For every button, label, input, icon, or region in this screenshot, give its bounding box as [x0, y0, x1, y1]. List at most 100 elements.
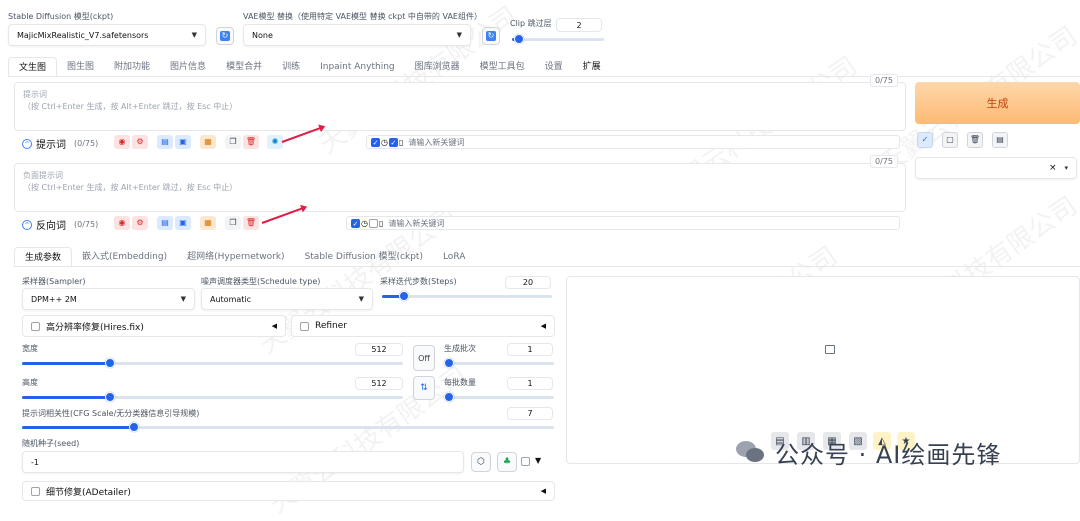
model-label: Stable Diffusion 模型(ckpt): [8, 12, 114, 21]
seed-value: -1: [31, 457, 39, 467]
tab-train[interactable]: 训练: [272, 57, 310, 77]
swap-dimensions-button[interactable]: ⇅: [413, 376, 435, 400]
refiner-checkbox[interactable]: [300, 321, 309, 331]
seed-input[interactable]: -1: [22, 451, 464, 473]
sampler-select[interactable]: DPM++ 2M ▼: [22, 288, 195, 310]
tab-inpaint-anything[interactable]: Inpaint Anything: [310, 57, 405, 77]
prompt-textarea[interactable]: 提示词 （按 Ctrl+Enter 生成，按 Alt+Enter 跳过，按 Es…: [14, 82, 906, 131]
tab-generation[interactable]: 生成参数: [14, 247, 73, 267]
neg-trash-icon[interactable]: 🗑: [243, 216, 259, 230]
style-delete-icon[interactable]: 🗑: [967, 132, 983, 148]
slider-thumb[interactable]: [444, 392, 454, 402]
collapse-icon[interactable]: ^: [22, 138, 32, 149]
prompt-trash-icon[interactable]: 🗑: [243, 135, 259, 149]
tab-extensions[interactable]: 扩展: [573, 57, 611, 77]
close-icon[interactable]: ×: [1049, 163, 1057, 173]
tab-lora[interactable]: LoRA: [433, 247, 475, 267]
slider-thumb[interactable]: [104, 358, 115, 368]
checkbox-icon[interactable]: ✓: [371, 137, 380, 147]
generate-button[interactable]: 生成: [915, 82, 1080, 124]
tab-extras[interactable]: 附加功能: [104, 57, 160, 77]
clip-skip-input[interactable]: 2: [556, 18, 602, 32]
neg-clipboard-icon[interactable]: ❐: [225, 216, 241, 230]
neg-paste-icon[interactable]: ▣: [175, 216, 191, 230]
slider-thumb[interactable]: [104, 392, 115, 402]
slider-thumb[interactable]: [128, 422, 139, 432]
neg-keyword-input[interactable]: ✓ ◷ ▯ 请输入新关键词: [346, 216, 900, 230]
adetailer-checkbox[interactable]: [31, 486, 40, 496]
clock-icon: ◷: [361, 218, 368, 228]
height-slider[interactable]: [22, 391, 403, 403]
prompt-translate-icon[interactable]: ◉: [114, 135, 130, 149]
prompt-history-icon[interactable]: ▦: [200, 135, 216, 149]
style-save-icon[interactable]: ▤: [992, 132, 1008, 148]
batch-size-input[interactable]: 1: [507, 377, 553, 390]
slider-thumb[interactable]: [399, 291, 410, 301]
clip-skip-slider[interactable]: [512, 33, 604, 45]
slider-thumb[interactable]: [514, 34, 525, 44]
prompt-paste-icon[interactable]: ▣: [175, 135, 191, 149]
model-select[interactable]: MajicMixRealistic_V7.safetensors ▼: [8, 24, 206, 46]
prompt-keyword-input[interactable]: ✓ ◷ ✓ ▯ 请输入新关键词: [366, 135, 900, 149]
width-slider[interactable]: [22, 357, 403, 369]
style-copy-icon[interactable]: ▢: [942, 132, 958, 148]
triangle-left-icon: ◀: [271, 322, 277, 330]
hires-fix-accordion[interactable]: 高分辨率修复(Hires.fix) ◀: [22, 315, 286, 337]
neg-keyword-placeholder: 请输入新关键词: [388, 218, 445, 228]
random-seed-button[interactable]: ⬡: [471, 452, 491, 472]
hires-checkbox[interactable]: [31, 321, 40, 331]
style-apply-icon[interactable]: ✓: [917, 132, 933, 148]
tab-png-info[interactable]: 图片信息: [160, 57, 216, 77]
vae-refresh-button[interactable]: ↻: [482, 27, 500, 45]
tab-embedding[interactable]: 嵌入式(Embedding): [72, 247, 177, 267]
tab-hypernetwork[interactable]: 超网络(Hypernetwork): [177, 247, 294, 267]
cfg-input[interactable]: 7: [507, 407, 553, 420]
refiner-label: Refiner: [315, 321, 347, 331]
schedule-value: Automatic: [210, 294, 252, 304]
batch-size-label: 每批数量: [444, 378, 476, 387]
adetailer-accordion[interactable]: 细节修复(ADetailer) ◀: [22, 481, 555, 501]
tab-gallery[interactable]: 图库浏览器: [405, 57, 470, 77]
tabs-divider: [8, 76, 1080, 77]
neg-history-icon[interactable]: ▦: [200, 216, 216, 230]
height-input[interactable]: 512: [355, 377, 403, 390]
collapse-icon[interactable]: ^: [22, 219, 32, 230]
prompt-gear-icon[interactable]: ✺: [267, 135, 283, 149]
checkbox-icon[interactable]: [368, 218, 378, 228]
tab-checkpoint[interactable]: Stable Diffusion 模型(ckpt): [295, 247, 433, 267]
book-icon: ▯: [378, 218, 384, 228]
width-input[interactable]: 512: [355, 343, 403, 356]
negative-prompt-textarea[interactable]: 负面提示词 （按 Ctrl+Enter 生成，按 Alt+Enter 跳过，按 …: [14, 163, 906, 212]
tab-txt2img[interactable]: 文生图: [8, 57, 58, 77]
checkbox-icon[interactable]: ✓: [388, 137, 398, 147]
cfg-slider[interactable]: [22, 421, 554, 433]
sub-tabs: 生成参数 嵌入式(Embedding) 超网络(Hypernetwork) St…: [14, 247, 475, 267]
tab-model-toolkit[interactable]: 模型工具包: [470, 57, 535, 77]
tab-merge[interactable]: 模型合并: [216, 57, 272, 77]
reuse-seed-button[interactable]: ♣: [497, 452, 517, 472]
neg-translate-icon[interactable]: ◉: [114, 216, 130, 230]
schedule-select[interactable]: Automatic ▼: [201, 288, 373, 310]
prompt-copy-icon[interactable]: ▤: [157, 135, 173, 149]
refiner-accordion[interactable]: Refiner ◀: [291, 315, 555, 337]
tab-img2img[interactable]: 图生图: [57, 57, 104, 77]
neg-settings-icon[interactable]: ⚙: [132, 216, 148, 230]
styles-select[interactable]: × ▾: [915, 157, 1077, 179]
batch-count-slider[interactable]: [444, 357, 554, 369]
tab-settings[interactable]: 设置: [535, 57, 573, 77]
steps-slider[interactable]: [382, 290, 552, 302]
batch-size-slider[interactable]: [444, 391, 554, 403]
batch-count-input[interactable]: 1: [507, 343, 553, 356]
model-refresh-button[interactable]: ↻: [216, 27, 234, 45]
neg-copy-icon[interactable]: ▤: [157, 216, 173, 230]
checkbox-icon[interactable]: ✓: [351, 218, 360, 228]
prompt-clipboard-icon[interactable]: ❐: [225, 135, 241, 149]
extra-seed-checkbox[interactable]: [521, 457, 530, 466]
steps-input[interactable]: 20: [505, 276, 551, 289]
aspect-lock-button[interactable]: Off: [413, 345, 435, 371]
prompt-settings-icon[interactable]: ⚙: [132, 135, 148, 149]
schedule-label: 噪声调度器类型(Schedule type): [201, 277, 321, 286]
slider-thumb[interactable]: [444, 358, 454, 368]
triangle-down-icon[interactable]: ▼: [535, 456, 541, 465]
vae-select[interactable]: None ▼: [243, 24, 471, 46]
